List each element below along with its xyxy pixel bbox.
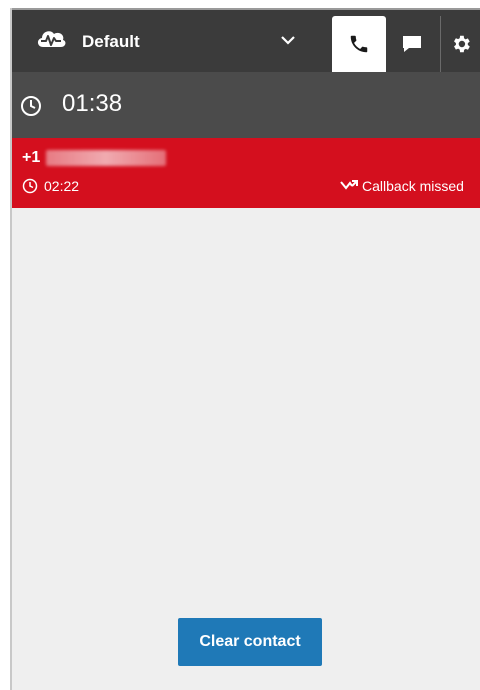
clock-icon	[21, 96, 41, 116]
tab-settings[interactable]	[440, 16, 480, 72]
contact-status: Callback missed	[362, 178, 464, 194]
clock-icon	[22, 178, 38, 194]
missed-call-icon	[340, 180, 358, 190]
gear-icon	[454, 35, 470, 53]
contact-phone-prefix: +1	[22, 149, 41, 166]
status-timer: 01:38	[62, 90, 123, 117]
contact-duration: 02:22	[44, 178, 80, 194]
phone-icon	[350, 35, 368, 53]
contact-control-panel: Default 01:38 +1 02:22 Callback missed C…	[10, 8, 480, 690]
chevron-down-icon	[281, 36, 295, 45]
agent-status-label: Default	[82, 32, 140, 51]
tab-phone[interactable]	[332, 16, 386, 72]
agent-timer-bar: 01:38	[12, 72, 480, 138]
clear-contact-button[interactable]: Clear contact	[178, 618, 322, 666]
agent-status-dropdown[interactable]: Default	[12, 10, 332, 72]
tab-chat[interactable]	[388, 16, 436, 72]
chat-bubble-icon	[403, 36, 421, 52]
redacted-phone-number	[46, 150, 166, 166]
cloud-heartbeat-icon	[37, 31, 66, 47]
top-navigation-bar: Default	[12, 8, 480, 72]
contact-card[interactable]: +1 02:22 Callback missed	[12, 138, 480, 208]
